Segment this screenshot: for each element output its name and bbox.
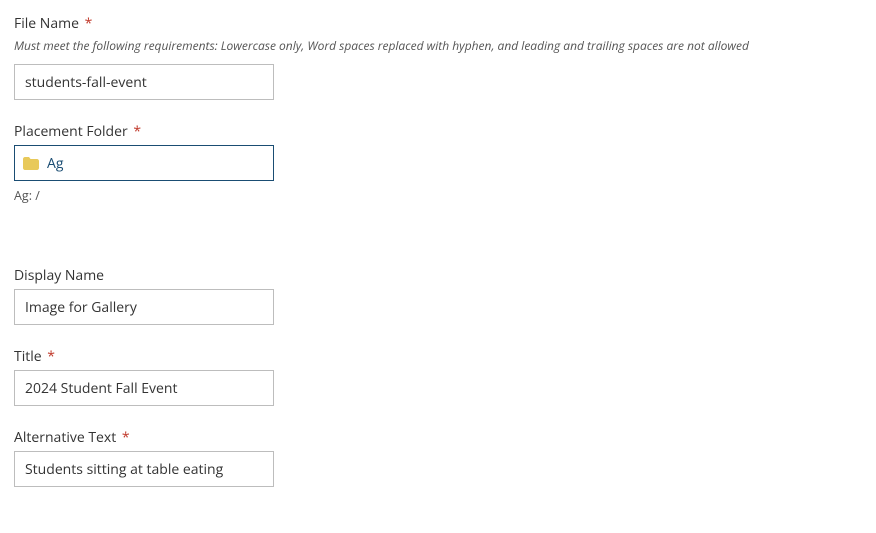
placement-folder-value: Ag: [47, 154, 63, 173]
file-name-input[interactable]: [14, 64, 274, 100]
placement-folder-required-star: *: [133, 122, 141, 141]
folder-icon: [23, 157, 39, 170]
display-name-group: Display Name: [14, 266, 862, 325]
file-name-hint: Must meet the following requirements: Lo…: [14, 37, 862, 54]
alt-text-group: Alternative Text *: [14, 428, 862, 487]
title-label: Title *: [14, 347, 862, 366]
placement-folder-label-text: Placement Folder: [14, 122, 128, 141]
title-label-text: Title: [14, 347, 42, 366]
alt-text-label-text: Alternative Text: [14, 428, 116, 447]
alt-text-input[interactable]: [14, 451, 274, 487]
title-group: Title *: [14, 347, 862, 406]
placement-folder-picker[interactable]: Ag: [14, 145, 274, 181]
file-name-label-text: File Name: [14, 14, 79, 33]
display-name-label: Display Name: [14, 266, 862, 285]
file-name-label: File Name *: [14, 14, 862, 33]
file-name-group: File Name * Must meet the following requ…: [14, 14, 862, 100]
alt-text-required-star: *: [122, 428, 130, 447]
title-input[interactable]: [14, 370, 274, 406]
placement-folder-label: Placement Folder *: [14, 122, 862, 141]
title-required-star: *: [47, 347, 55, 366]
placement-folder-path: Ag: /: [14, 187, 862, 204]
alt-text-label: Alternative Text *: [14, 428, 862, 447]
file-name-required-star: *: [85, 14, 93, 33]
placement-folder-group: Placement Folder * Ag Ag: /: [14, 122, 862, 204]
display-name-input[interactable]: [14, 289, 274, 325]
display-name-label-text: Display Name: [14, 266, 104, 285]
